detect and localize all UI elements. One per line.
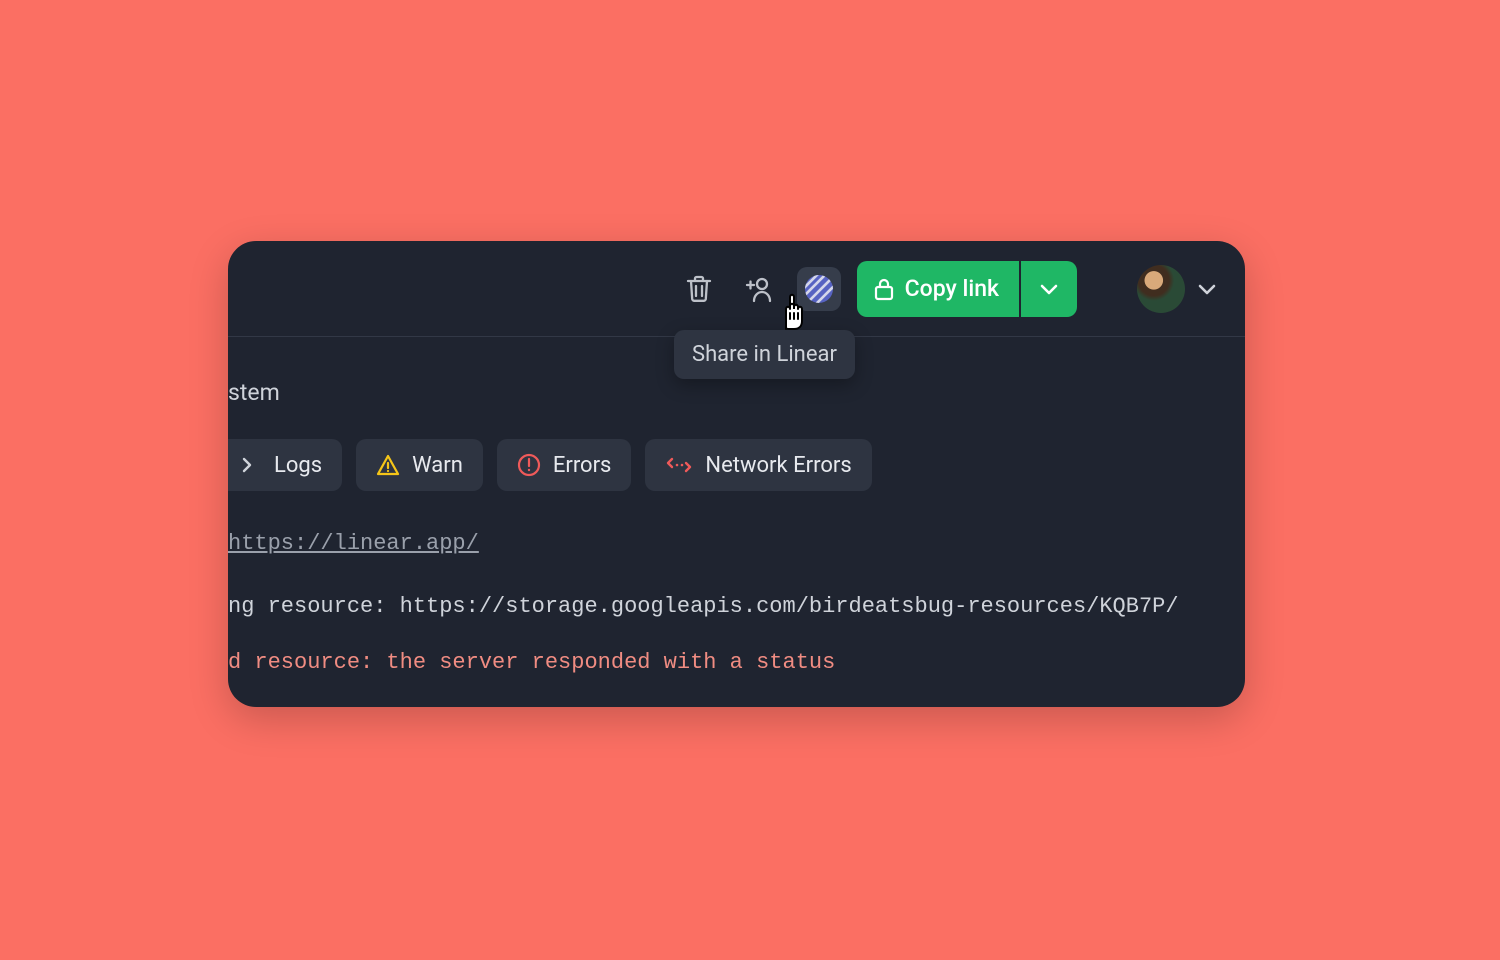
tab-label: Errors (553, 453, 612, 478)
delete-button[interactable] (677, 267, 721, 311)
lock-icon (873, 277, 895, 301)
share-linear-button[interactable] (797, 267, 841, 311)
copy-link-options-button[interactable] (1021, 261, 1077, 317)
add-user-icon (744, 275, 774, 303)
copy-link-label: Copy link (905, 275, 999, 302)
filter-tabs: Logs Warn Errors Network Errors (228, 439, 872, 491)
tooltip-text: Share in Linear (692, 342, 837, 367)
prompt-icon (240, 454, 262, 476)
console-error-line: d resource: the server responded with a … (228, 644, 1179, 681)
breadcrumb-fragment: stem (228, 379, 280, 406)
error-circle-icon (517, 453, 541, 477)
console-output: https://linear.app/ ng resource: https:/… (228, 525, 1179, 681)
tab-network-errors[interactable]: Network Errors (645, 439, 871, 491)
linear-icon (804, 274, 834, 304)
console-link[interactable]: https://linear.app/ (228, 531, 479, 556)
copy-link-group: Copy link (857, 261, 1077, 317)
account-menu[interactable] (1137, 265, 1217, 313)
tooltip: Share in Linear (674, 330, 855, 379)
console-log-line: ng resource: https://storage.googleapis.… (228, 588, 1179, 625)
trash-icon (686, 275, 712, 303)
add-user-button[interactable] (737, 267, 781, 311)
warning-icon (376, 454, 400, 476)
tab-logs[interactable]: Logs (228, 439, 342, 491)
tab-label: Network Errors (705, 453, 851, 478)
network-arrows-icon (665, 456, 693, 474)
chevron-down-icon (1039, 282, 1059, 296)
toolbar: Copy link (228, 241, 1245, 337)
tab-warn[interactable]: Warn (356, 439, 483, 491)
chevron-down-icon (1197, 282, 1217, 296)
copy-link-button[interactable]: Copy link (857, 261, 1019, 317)
tab-label: Warn (412, 453, 463, 478)
tab-errors[interactable]: Errors (497, 439, 632, 491)
app-card: Copy link Share in Linear stem (228, 241, 1245, 707)
avatar (1137, 265, 1185, 313)
tab-label: Logs (274, 453, 322, 478)
